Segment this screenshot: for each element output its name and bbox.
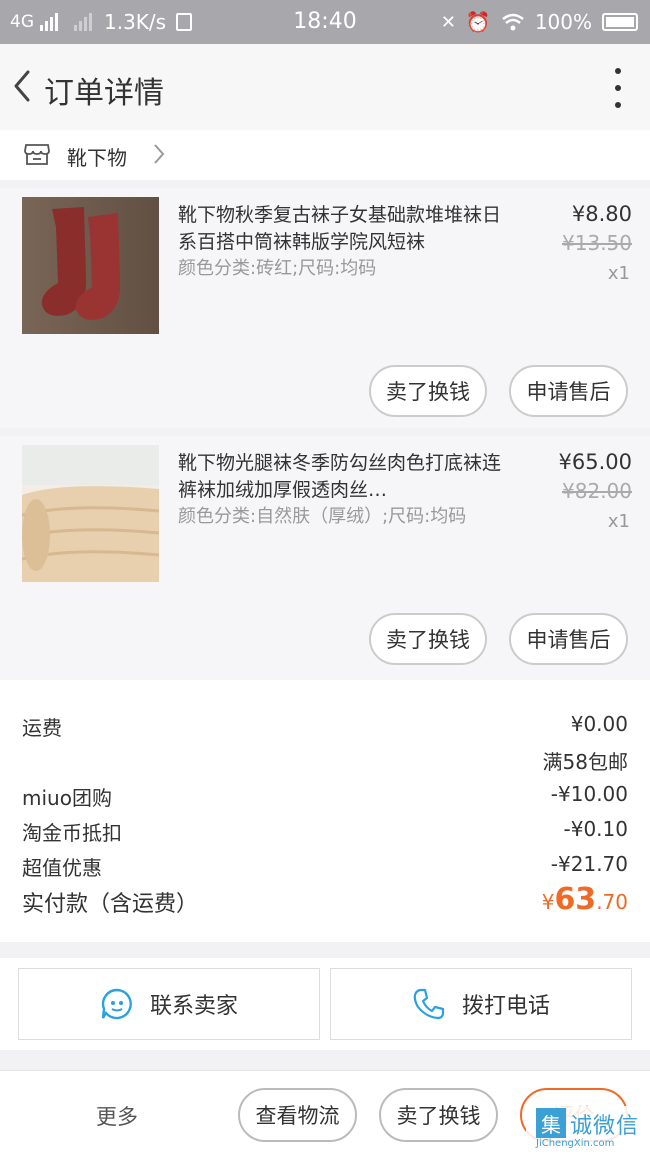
more-options-icon[interactable]	[610, 68, 626, 108]
back-arrow-icon[interactable]	[8, 66, 38, 106]
resell-button[interactable]: 卖了换钱	[369, 613, 487, 665]
watermark-logo: 集	[536, 1108, 566, 1138]
product-original-price: ¥82.00	[562, 479, 632, 503]
total-currency: ¥	[541, 890, 555, 914]
group-buy-label: miuo团购	[22, 786, 112, 810]
product-image-tights[interactable]	[22, 445, 159, 582]
status-bar: 4G 1.3K/s 18:40 ✕ ⏰ 100%	[0, 0, 650, 44]
view-logistics-button[interactable]: 查看物流	[238, 1088, 357, 1142]
chevron-right-icon	[154, 144, 165, 164]
group-buy-value: -¥10.00	[550, 782, 628, 806]
chat-bubble-icon	[101, 988, 132, 1020]
product-price: ¥65.00	[558, 450, 632, 474]
discount-row: 超值优惠 -¥21.70	[22, 852, 628, 881]
nav-header: 订单详情	[0, 44, 650, 130]
product-title[interactable]: 靴下物秋季复古袜子女基础款堆堆袜日系百搭中筒袜韩版学院风短袜	[178, 202, 508, 256]
after-sales-button[interactable]: 申请售后	[509, 613, 628, 665]
contact-seller-button[interactable]: 联系卖家	[18, 968, 320, 1040]
product-original-price: ¥13.50	[562, 231, 632, 255]
coin-row: 淘金币抵扣 -¥0.10	[22, 817, 628, 846]
total-decimal: .70	[596, 890, 628, 914]
product-quantity: x1	[607, 511, 630, 532]
after-sales-button[interactable]: 申请售后	[509, 365, 628, 417]
alarm-icon: ⏰	[465, 10, 491, 34]
shipping-row: 运费 ¥0.00	[22, 712, 628, 741]
free-shipping-note: 满58包邮	[542, 750, 628, 774]
watermark-text: 诚微信	[570, 1114, 640, 1139]
product-sku: 颜色分类:砖红;尺码:均码	[178, 258, 377, 279]
mute-icon: ✕	[440, 11, 456, 33]
product-sku: 颜色分类:自然肤（厚绒）;尺码:均码	[178, 506, 467, 527]
coin-value: -¥0.10	[563, 817, 628, 841]
call-phone-label: 拨打电话	[461, 994, 550, 1019]
status-right: ✕ ⏰ 100%	[441, 10, 638, 34]
page-title: 订单详情	[44, 76, 164, 111]
wifi-icon	[502, 13, 524, 31]
total-row: 实付款（含运费） ¥63.70	[22, 882, 628, 918]
order-item[interactable]: 靴下物光腿袜冬季防勾丝肉色打底袜连裤袜加绒加厚假透肉丝… 颜色分类:自然肤（厚绒…	[0, 436, 650, 680]
total-label: 实付款（含运费）	[22, 892, 199, 917]
resell-button[interactable]: 卖了换钱	[379, 1088, 498, 1142]
call-phone-button[interactable]: 拨打电话	[330, 968, 632, 1040]
price-summary: 运费 ¥0.00 满58包邮 miuo团购 -¥10.00 淘金币抵扣 -¥0.…	[0, 680, 650, 942]
shop-name: 靴下物	[67, 146, 127, 170]
phone-icon	[413, 988, 445, 1020]
contact-seller-label: 联系卖家	[149, 994, 238, 1019]
order-item[interactable]: 靴下物秋季复古袜子女基础款堆堆袜日系百搭中筒袜韩版学院风短袜 颜色分类:砖红;尺…	[0, 188, 650, 428]
product-image-socks[interactable]	[22, 197, 159, 334]
battery-icon	[602, 13, 638, 31]
coin-label: 淘金币抵扣	[22, 821, 122, 845]
discount-value: -¥21.70	[550, 852, 628, 876]
shop-row[interactable]: 靴下物	[0, 130, 650, 180]
product-title[interactable]: 靴下物光腿袜冬季防勾丝肉色打底袜连裤袜加绒加厚假透肉丝…	[178, 450, 508, 504]
contact-section: 联系卖家 拨打电话	[0, 958, 650, 1050]
shop-icon	[24, 144, 50, 165]
product-quantity: x1	[607, 263, 630, 284]
group-buy-row: miuo团购 -¥10.00	[22, 782, 628, 811]
shipping-label: 运费	[22, 716, 62, 740]
battery-percent: 100%	[534, 10, 592, 34]
discount-label: 超值优惠	[22, 856, 102, 880]
total-integer: 63	[554, 882, 597, 917]
watermark-url: JiChengXin.com	[536, 1138, 615, 1149]
more-button[interactable]: 更多	[96, 1101, 138, 1131]
shipping-value: ¥0.00	[570, 712, 628, 736]
resell-button[interactable]: 卖了换钱	[369, 365, 487, 417]
total-value: ¥63.70	[542, 882, 628, 917]
product-price: ¥8.80	[571, 202, 632, 226]
watermark: 集 诚微信 JiChengXin.com	[526, 1106, 648, 1152]
